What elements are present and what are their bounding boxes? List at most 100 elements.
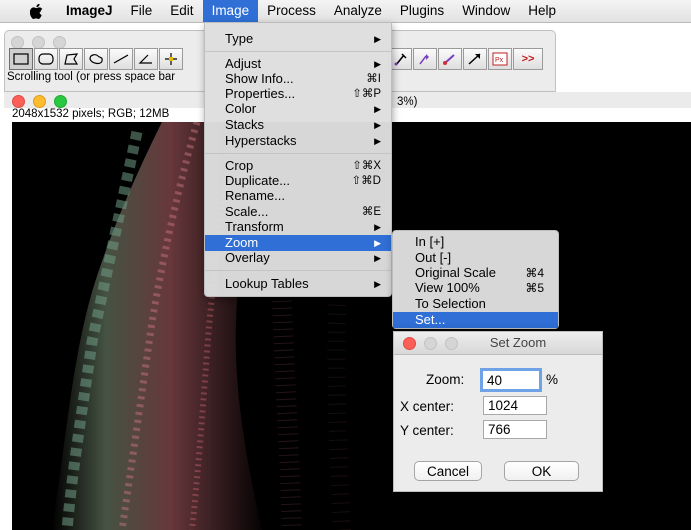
rounded-rect-tool-icon[interactable] <box>34 48 58 70</box>
submenu-arrow-icon: ▶ <box>374 104 381 114</box>
xcenter-input[interactable] <box>483 396 547 415</box>
zoom-in-item[interactable]: In [+] <box>393 234 558 250</box>
menu-item-label: Set... <box>415 312 446 327</box>
px-tool-icon[interactable]: Px <box>488 48 512 70</box>
menu-item-label: Overlay <box>225 250 270 265</box>
menu-item-crop[interactable]: Crop ⇧⌘X <box>205 158 391 174</box>
zoom-button[interactable] <box>445 337 458 350</box>
zoom-out-item[interactable]: Out [-] <box>393 250 558 266</box>
submenu-arrow-icon: ▶ <box>374 136 381 146</box>
dialog-title: Set Zoom <box>489 335 547 350</box>
image-info: 2048x1532 pixels; RGB; 12MB <box>12 108 170 120</box>
original-scale-item[interactable]: Original Scale ⌘4 <box>393 265 558 281</box>
tool-row <box>9 48 184 70</box>
menu-item-color[interactable]: Color ▶ <box>205 101 391 117</box>
zoom-submenu: In [+] Out [-] Original Scale ⌘4 View 100… <box>392 230 559 329</box>
close-button[interactable] <box>403 337 416 350</box>
freehand-tool-icon[interactable] <box>84 48 108 70</box>
ycenter-label: Y center: <box>400 423 454 438</box>
menu-item-label: Show Info... <box>225 71 294 86</box>
menu-item-shortcut: ⌘5 <box>525 281 544 295</box>
view-100-item[interactable]: View 100% ⌘5 <box>393 280 558 296</box>
menu-item-shortcut: ⌘E <box>361 206 381 218</box>
brush-tool-icon[interactable] <box>438 48 462 70</box>
menu-item-shortcut: ⇧⌘D <box>351 175 381 187</box>
point-tool-icon[interactable] <box>159 48 183 70</box>
menu-item-label: Scale... <box>225 204 269 219</box>
menu-process[interactable]: Process <box>258 0 325 22</box>
menu-item-transform[interactable]: Transform ▶ <box>205 219 391 235</box>
menu-item-shortcut: ⇧⌘X <box>352 160 381 172</box>
ycenter-input[interactable] <box>483 420 547 439</box>
menu-item-type[interactable]: Type ▶ <box>205 31 391 47</box>
menu-item-label: Zoom <box>225 235 259 250</box>
menu-window[interactable]: Window <box>453 0 519 22</box>
submenu-arrow-icon: ▶ <box>374 238 381 248</box>
menu-item-label: Color <box>225 101 257 116</box>
menu-item-label: Rename... <box>225 188 285 203</box>
minimize-button[interactable] <box>33 95 46 108</box>
wand-tool-icon[interactable] <box>413 48 437 70</box>
more-tools-button[interactable]: >> <box>513 48 543 70</box>
image-window-controls <box>12 95 67 108</box>
menu-item-label: Adjust <box>225 56 262 71</box>
more-tools-label: >> <box>521 53 535 65</box>
menu-analyze[interactable]: Analyze <box>325 0 391 22</box>
menu-item-zoom[interactable]: Zoom ▶ <box>205 235 391 251</box>
menu-item-shortcut: ⇧⌘P <box>352 88 381 100</box>
menu-item-rename[interactable]: Rename... <box>205 188 391 204</box>
menu-item-properties[interactable]: Properties... ⇧⌘P <box>205 86 391 102</box>
menu-separator <box>205 51 391 52</box>
line-tool-icon[interactable] <box>109 48 133 70</box>
menu-item-shortcut: ⌘4 <box>525 266 544 280</box>
menu-item-label: Original Scale <box>415 265 496 280</box>
menu-item-label: Hyperstacks <box>225 133 297 148</box>
menu-item-label: To Selection <box>415 296 486 311</box>
menu-item-overlay[interactable]: Overlay ▶ <box>205 250 391 266</box>
angle-tool-icon[interactable] <box>134 48 158 70</box>
submenu-arrow-icon: ▶ <box>374 279 381 289</box>
menu-image[interactable]: Image <box>202 0 259 22</box>
menu-item-duplicate[interactable]: Duplicate... ⇧⌘D <box>205 173 391 189</box>
zoom-percent-fragment: 3%) <box>397 96 418 108</box>
menu-help[interactable]: Help <box>519 0 565 22</box>
apple-menu-icon[interactable] <box>0 0 57 22</box>
dialog-window-controls <box>403 337 458 350</box>
menu-edit[interactable]: Edit <box>161 0 202 22</box>
menu-item-scale[interactable]: Scale... ⌘E <box>205 204 391 220</box>
close-button[interactable] <box>12 95 25 108</box>
to-selection-item[interactable]: To Selection <box>393 296 558 312</box>
cancel-button[interactable]: Cancel <box>414 461 482 481</box>
menu-item-label: Properties... <box>225 86 296 101</box>
zoom-set-item[interactable]: Set... <box>393 312 558 328</box>
menu-item-lookup-tables[interactable]: Lookup Tables ▶ <box>205 276 391 292</box>
zoom-label: Zoom: <box>426 372 465 387</box>
menu-item-label: In [+] <box>415 234 445 249</box>
zoom-button[interactable] <box>54 95 67 108</box>
polygon-tool-icon[interactable] <box>59 48 83 70</box>
menu-item-label: Lookup Tables <box>225 276 309 291</box>
menu-item-shortcut: ⌘I <box>366 73 381 85</box>
menu-item-label: Out [-] <box>415 250 452 265</box>
ok-button[interactable]: OK <box>504 461 579 481</box>
menu-separator <box>205 270 391 271</box>
menu-item-show-info[interactable]: Show Info... ⌘I <box>205 71 391 87</box>
menu-item-label: Transform <box>225 219 284 234</box>
status-text: Scrolling tool (or press space bar <box>7 71 176 83</box>
tool-row-right: Px >> <box>388 48 544 70</box>
arrow-tool-icon[interactable] <box>463 48 487 70</box>
submenu-arrow-icon: ▶ <box>374 222 381 232</box>
submenu-arrow-icon: ▶ <box>374 59 381 69</box>
minimize-button[interactable] <box>424 337 437 350</box>
set-zoom-dialog: Set Zoom Zoom: % X center: Y center: Can… <box>393 331 603 492</box>
menu-item-label: Stacks <box>225 117 265 132</box>
zoom-input[interactable] <box>480 368 542 392</box>
xcenter-label: X center: <box>400 399 455 414</box>
menu-file[interactable]: File <box>122 0 162 22</box>
rectangle-tool-icon[interactable] <box>9 48 33 70</box>
menu-plugins[interactable]: Plugins <box>391 0 453 22</box>
menu-item-adjust[interactable]: Adjust ▶ <box>205 56 391 72</box>
menu-item-hyperstacks[interactable]: Hyperstacks ▶ <box>205 133 391 149</box>
menu-item-stacks[interactable]: Stacks ▶ <box>205 117 391 133</box>
app-menu[interactable]: ImageJ <box>57 0 122 22</box>
